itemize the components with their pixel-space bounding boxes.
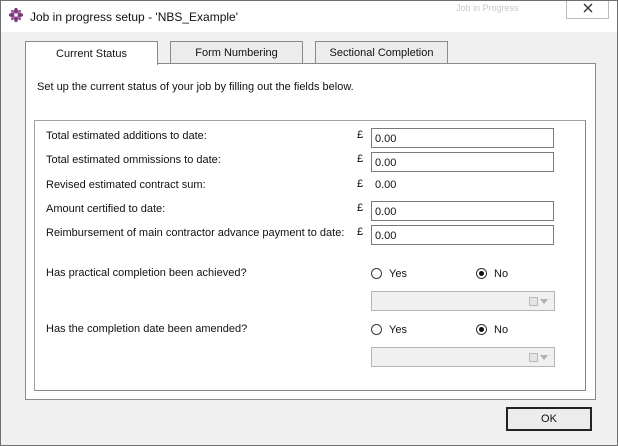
background-window-hint: Job in Progress [456,3,519,13]
radio-selected-dot [479,327,484,332]
completion-amended-yes-radio[interactable] [371,324,382,335]
omissions-input[interactable] [371,152,554,172]
practical-completion-no-radio[interactable] [476,268,487,279]
currency-symbol: £ [357,178,364,190]
tab-label: Sectional Completion [329,46,434,59]
practical-completion-date-picker[interactable] [371,291,555,311]
omissions-label: Total estimated ommissions to date: [46,154,221,166]
calendar-dropdown-icon [529,351,551,364]
currency-symbol: £ [357,153,364,165]
certified-input[interactable] [371,201,554,221]
radio-label-yes: Yes [389,268,407,280]
additions-input[interactable] [371,128,554,148]
additions-label: Total estimated additions to date: [46,130,207,142]
completion-amended-no-radio[interactable] [476,324,487,335]
current-status-panel: Set up the current status of your job by… [25,63,596,400]
completion-amended-question: Has the completion date been amended? [46,323,248,335]
currency-symbol: £ [357,202,364,214]
tab-form-numbering[interactable]: Form Numbering [170,41,303,63]
reimbursement-input[interactable] [371,225,554,245]
radio-label-no: No [494,268,509,280]
close-icon [583,3,593,16]
tab-sectional-completion[interactable]: Sectional Completion [315,41,448,63]
revised-sum-value: 0.00 [375,179,397,191]
title-bar[interactable]: Job in progress setup - 'NBS_Example' Jo… [1,1,617,32]
certified-label: Amount certified to date: [46,203,166,215]
practical-completion-question: Has practical completion been achieved? [46,267,247,279]
job-setup-dialog: Job in progress setup - 'NBS_Example' Jo… [0,0,618,446]
reimbursement-label: Reimbursement of main contractor advance… [46,227,345,239]
close-button[interactable] [566,1,609,19]
revised-sum-label: Revised estimated contract sum: [46,179,206,191]
tab-current-status[interactable]: Current Status [25,41,158,65]
radio-label-no: No [494,324,509,336]
radio-label-yes: Yes [389,324,407,336]
calendar-dropdown-icon [529,295,551,308]
intro-text: Set up the current status of your job by… [37,81,354,93]
ok-button[interactable]: OK [506,407,592,431]
currency-symbol: £ [357,226,364,238]
window-title: Job in progress setup - 'NBS_Example' [30,10,239,24]
status-fields-group: Total estimated additions to date: £ Tot… [34,120,586,391]
completion-amended-date-picker[interactable] [371,347,555,367]
tab-label: Form Numbering [195,46,278,59]
ok-button-label: OK [541,413,557,425]
currency-symbol: £ [357,129,364,141]
tab-label: Current Status [56,47,127,60]
nbs-app-icon [8,7,24,23]
practical-completion-yes-radio[interactable] [371,268,382,279]
radio-selected-dot [479,271,484,276]
